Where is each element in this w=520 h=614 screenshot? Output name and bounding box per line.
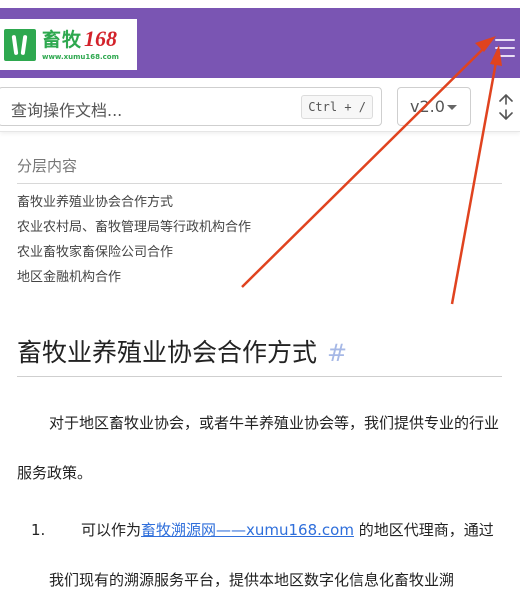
version-select[interactable]: v2.0 [397, 87, 471, 126]
toc-list: 畜牧业养殖业协会合作方式 农业农村局、畜牧管理局等行政机构合作 农业畜牧家畜保险… [17, 190, 502, 290]
search-shortcut-badge: Ctrl + / [301, 95, 373, 119]
logo-number-text: 168 [84, 26, 118, 51]
hamburger-menu-icon[interactable] [494, 37, 516, 59]
article-heading-text: 畜牧业养殖业协会合作方式 [17, 338, 318, 367]
top-header-bar: 畜牧 168 www.xumu168.com [0, 8, 520, 78]
version-label: v2.0 [410, 97, 445, 116]
article-paragraph: 对于地区畜牧业协会，或者牛羊养殖业协会等，我们提供专业的行业服务政策。 [17, 414, 500, 482]
site-logo[interactable]: 畜牧 168 www.xumu168.com [0, 19, 137, 70]
search-input[interactable]: 查询操作文档... Ctrl + / [0, 87, 382, 126]
logo-text: 畜牧 168 www.xumu168.com [42, 26, 119, 62]
list-item-text-before: 可以作为 [81, 521, 142, 539]
search-placeholder: 查询操作文档... [11, 101, 123, 120]
expand-collapse-icon[interactable] [492, 92, 520, 122]
chevron-down-icon [447, 105, 457, 110]
toc-title: 分层内容 [17, 152, 502, 184]
toc-item[interactable]: 畜牧业养殖业协会合作方式 [17, 190, 502, 215]
toc-item[interactable]: 地区金融机构合作 [17, 265, 502, 290]
logo-url-text: www.xumu168.com [42, 53, 119, 61]
toc-item[interactable]: 农业农村局、畜牧管理局等行政机构合作 [17, 215, 502, 240]
traceability-site-link[interactable]: 畜牧溯源网——xumu168.com [141, 521, 354, 539]
heading-anchor-link[interactable]: # [327, 334, 347, 372]
search-toolbar: 查询操作文档... Ctrl + / v2.0 [0, 78, 520, 132]
article-heading: 畜牧业养殖业协会合作方式 # [17, 334, 502, 377]
list-item-number: 1. [31, 521, 46, 539]
table-of-contents: 分层内容 畜牧业养殖业协会合作方式 农业农村局、畜牧管理局等行政机构合作 农业畜… [17, 152, 502, 290]
list-item-body: 可以作为畜牧溯源网——xumu168.com 的地区代理商，通过我们现有的溯源服… [49, 505, 504, 605]
toc-item[interactable]: 农业畜牧家畜保险公司合作 [17, 240, 502, 265]
logo-mark-icon [4, 28, 36, 61]
logo-cn-text: 畜牧 [42, 29, 83, 51]
